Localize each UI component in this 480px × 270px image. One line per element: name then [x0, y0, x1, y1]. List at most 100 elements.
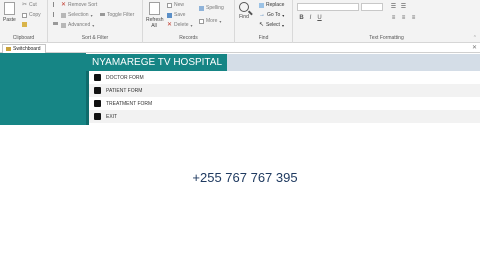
- bullets-icon: ☰: [390, 4, 397, 10]
- toggle-filter-label: Toggle Filter: [107, 12, 135, 18]
- find-button[interactable]: Find: [239, 2, 249, 20]
- cut-button[interactable]: ✂ Cut: [22, 1, 37, 9]
- ribbon: Paste ✂ Cut Copy Clipboard ✕ Remove Sort: [0, 0, 480, 43]
- format-painter-button[interactable]: [22, 22, 27, 27]
- tab-switchboard-label: Switchboard: [13, 46, 41, 52]
- remove-sort-button[interactable]: ✕ Remove Sort: [61, 2, 97, 9]
- delete-label: Delete: [174, 22, 189, 28]
- menu-item-treatment-form[interactable]: TREATMENT FORM: [89, 97, 480, 110]
- sort-filter-group-label: Sort & Filter: [81, 35, 109, 41]
- refresh-all-button[interactable]: Refresh All: [146, 2, 164, 29]
- goto-button[interactable]: → Go To ▾: [259, 11, 285, 19]
- search-icon: [239, 2, 249, 12]
- chevron-down-icon: ▾: [281, 22, 284, 28]
- font-size-select[interactable]: [361, 3, 383, 11]
- toggle-filter-icon: [100, 13, 105, 17]
- toggle-filter-button[interactable]: Toggle Filter: [100, 12, 134, 18]
- descending-sort-button[interactable]: [53, 12, 58, 17]
- cursor-icon: ↖: [259, 21, 265, 28]
- close-icon[interactable]: ✕: [472, 44, 477, 51]
- menu-button-treatment-form[interactable]: [94, 100, 101, 107]
- selection-label: Selection: [68, 12, 89, 18]
- align-right-button[interactable]: ≡: [409, 14, 418, 22]
- numbering-icon: ☰: [400, 4, 407, 10]
- title-band-fill: [227, 54, 480, 71]
- copy-label: Copy: [29, 12, 41, 18]
- chevron-down-icon: ▾: [90, 12, 93, 18]
- paste-label: Paste: [3, 17, 16, 23]
- clipboard-group-label: Clipboard: [12, 35, 35, 41]
- replace-button[interactable]: Replace: [259, 2, 284, 8]
- advanced-button[interactable]: Advanced ▾: [61, 22, 94, 28]
- numbering-button[interactable]: ☰: [399, 3, 408, 11]
- align-left-button[interactable]: ≡: [389, 14, 398, 22]
- tab-switchboard[interactable]: Switchboard: [2, 44, 46, 53]
- collapse-ribbon-icon[interactable]: ⌃: [473, 35, 477, 41]
- more-label: More: [206, 18, 218, 24]
- find-group: Find Replace → Go To ▾ ↖ Select ▾ Find: [235, 0, 293, 43]
- spelling-button[interactable]: Spelling: [199, 5, 224, 11]
- menu-label: TREATMENT FORM: [106, 100, 153, 107]
- advanced-filter-icon: [61, 22, 66, 28]
- select-button[interactable]: ↖ Select ▾: [259, 21, 284, 29]
- refresh-icon: [148, 2, 160, 15]
- goto-label: Go To: [267, 12, 281, 18]
- bold-button[interactable]: B: [297, 14, 306, 22]
- find-label: Find: [239, 14, 249, 20]
- menu-item-doctor-form[interactable]: DOCTOR FORM: [89, 71, 480, 84]
- funnel-icon: [53, 22, 58, 26]
- new-record-button[interactable]: New: [167, 2, 184, 8]
- align-left-icon: ≡: [391, 15, 396, 21]
- records-group-label: Records: [179, 35, 198, 41]
- more-button[interactable]: More ▾: [199, 18, 221, 24]
- switchboard-menu: DOCTOR FORM PATIENT FORM TREATMENT FORM …: [89, 71, 480, 123]
- delete-record-button[interactable]: ✕ Delete ▾: [167, 21, 193, 29]
- menu-button-exit[interactable]: [94, 113, 101, 120]
- bullets-button[interactable]: ☰: [389, 3, 398, 11]
- replace-icon: [259, 2, 264, 8]
- font-name-select[interactable]: [297, 3, 359, 11]
- save-label: Save: [174, 12, 186, 18]
- copy-button[interactable]: Copy: [22, 12, 41, 18]
- clipboard-group: Paste ✂ Cut Copy Clipboard: [0, 0, 48, 43]
- align-right-icon: ≡: [411, 15, 416, 21]
- chevron-down-icon: ▾: [282, 12, 285, 18]
- copy-icon: [22, 12, 27, 18]
- arrow-right-icon: →: [259, 11, 265, 18]
- menu-label: DOCTOR FORM: [106, 74, 144, 81]
- paste-button[interactable]: Paste: [3, 2, 16, 23]
- chevron-down-icon: ▾: [219, 18, 222, 24]
- bold-icon: B: [299, 15, 304, 21]
- menu-item-exit[interactable]: EXIT: [89, 110, 480, 123]
- underline-icon: U: [317, 15, 322, 21]
- sort-filter-group: ✕ Remove Sort Selection ▾ Advanced ▾ Tog…: [48, 0, 143, 43]
- delete-icon: ✕: [167, 21, 173, 28]
- align-center-button[interactable]: ≡: [399, 14, 408, 22]
- chevron-down-icon: ▾: [92, 22, 95, 28]
- new-label: New: [174, 2, 185, 8]
- form-icon: [6, 47, 11, 51]
- menu-button-doctor-form[interactable]: [94, 74, 101, 81]
- italic-button[interactable]: I: [306, 14, 315, 22]
- italic-icon: I: [309, 15, 312, 21]
- clear-filter-button[interactable]: [53, 22, 58, 26]
- menu-item-patient-form[interactable]: PATIENT FORM: [89, 84, 480, 97]
- menu-button-patient-form[interactable]: [94, 87, 101, 94]
- save-icon: [167, 12, 172, 18]
- text-formatting-group-label: Text Formatting: [369, 35, 404, 41]
- sort-descending-icon: [53, 12, 58, 17]
- selection-button[interactable]: Selection ▾: [61, 12, 93, 18]
- text-formatting-group: ☰ ☰ B I U ≡ ≡ ≡ Text Formatting ⌃: [293, 0, 480, 43]
- ascending-sort-button[interactable]: [53, 2, 58, 7]
- advanced-label: Advanced: [68, 22, 91, 28]
- spelling-icon: [199, 5, 204, 11]
- save-record-button[interactable]: Save: [167, 12, 185, 18]
- refresh-label: Refresh All: [146, 17, 164, 29]
- scissors-icon: ✂: [22, 1, 28, 8]
- menu-label: PATIENT FORM: [106, 87, 143, 94]
- underline-button[interactable]: U: [315, 14, 324, 22]
- replace-label: Replace: [266, 2, 285, 8]
- paste-icon: [3, 2, 15, 15]
- selection-icon: [61, 12, 66, 18]
- chevron-down-icon: ▾: [190, 22, 193, 28]
